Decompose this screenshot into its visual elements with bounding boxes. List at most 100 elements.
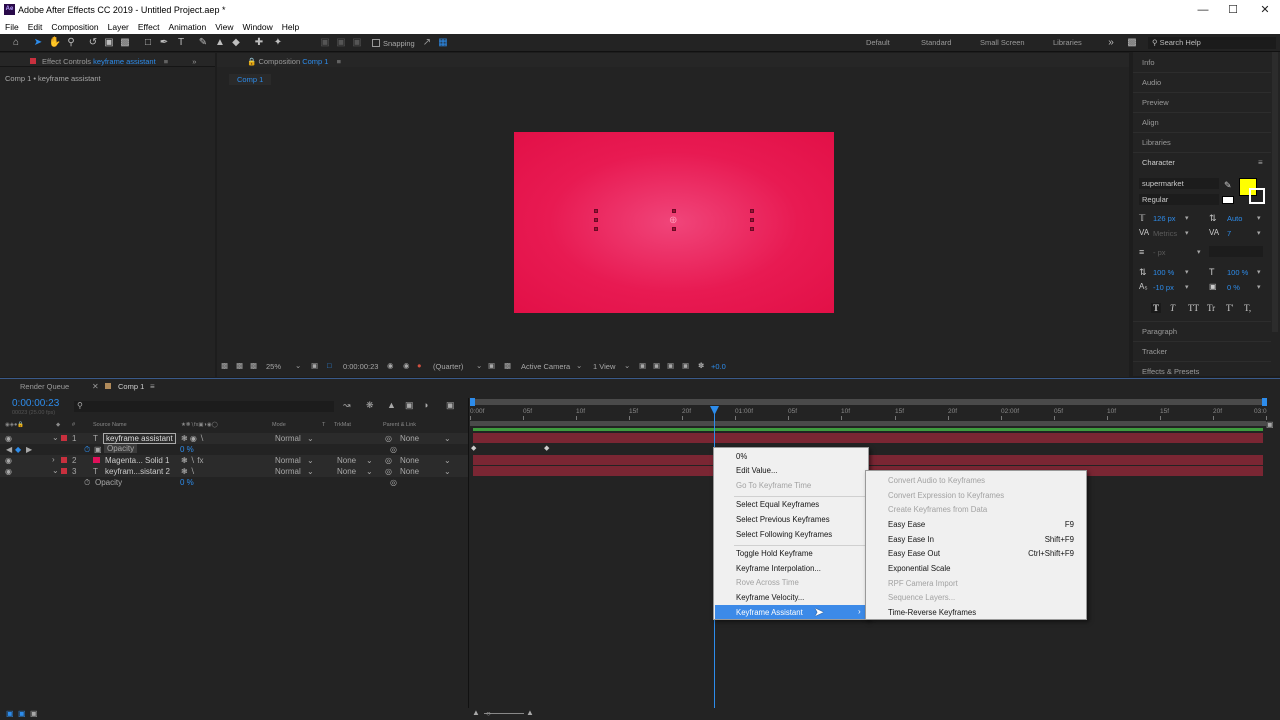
- views-select[interactable]: 1 View: [593, 362, 615, 371]
- rectangle-tool-icon[interactable]: □: [141, 36, 155, 50]
- video-visibility-icon[interactable]: ◉: [5, 434, 12, 443]
- views-dropdown-icon[interactable]: ⌄: [624, 361, 630, 370]
- current-time-display[interactable]: 0:00:00:23: [343, 362, 378, 371]
- type-tool-icon[interactable]: T: [174, 36, 188, 50]
- tsume-value[interactable]: 0 %: [1227, 283, 1240, 292]
- search-help-input[interactable]: ⚲ Search Help: [1148, 37, 1276, 49]
- submenu-item-time-reverse-keyframes[interactable]: Time-Reverse Keyframes: [888, 608, 976, 622]
- work-area-bar[interactable]: [470, 421, 1266, 426]
- anchor-point-icon[interactable]: ⊕: [669, 215, 677, 226]
- motion-blur-icon[interactable]: ◑: [423, 400, 428, 410]
- parent-dropdown-icon[interactable]: ⌄: [444, 456, 451, 465]
- selection-tool-icon[interactable]: ➤: [31, 36, 45, 50]
- leading-dropdown-icon[interactable]: ▾: [1257, 214, 1261, 222]
- text-handle-left-bottom[interactable]: [594, 227, 598, 231]
- text-handle-center[interactable]: [672, 209, 676, 213]
- info-panel[interactable]: Info: [1142, 58, 1155, 67]
- menu-item-keyframe-assistant[interactable]: Keyframe Assistant: [736, 608, 803, 622]
- axis-local-icon[interactable]: ▣: [318, 36, 332, 50]
- menu-edit[interactable]: Edit: [23, 20, 47, 32]
- time-navigator[interactable]: [470, 399, 1266, 405]
- comp-button-icon[interactable]: ▣: [1266, 420, 1274, 429]
- workspace-small-screen[interactable]: Small Screen: [980, 38, 1025, 47]
- snap-grid-icon[interactable]: ▦: [436, 36, 450, 50]
- layer-name[interactable]: keyfram...sistant 2: [105, 467, 170, 476]
- video-visibility-icon[interactable]: ◉: [5, 467, 12, 476]
- expand-panel-icon[interactable]: »: [192, 57, 196, 66]
- menu-view[interactable]: View: [210, 20, 237, 32]
- menu-effect[interactable]: Effect: [133, 20, 164, 32]
- trkmat-dropdown-icon[interactable]: ⌄: [366, 467, 373, 476]
- text-handle-left-lower[interactable]: [594, 218, 598, 222]
- vertical-scale-dropdown-icon[interactable]: ▾: [1185, 268, 1189, 276]
- timeline-timecode[interactable]: 0:00:00:23: [12, 398, 59, 409]
- menu-item-select-following-keyframes[interactable]: Select Following Keyframes: [736, 530, 832, 544]
- composition-tab[interactable]: 🔒 Composition Comp 1 ≡: [217, 53, 1129, 67]
- layer-switches-icon[interactable]: ❃ ∖: [181, 467, 195, 476]
- menu-layer[interactable]: Layer: [103, 20, 133, 32]
- trkmat-select[interactable]: None: [337, 456, 356, 465]
- opacity-value[interactable]: 0 %: [180, 445, 194, 454]
- font-size-value[interactable]: 126 px: [1153, 214, 1176, 223]
- graph-editor-icon[interactable]: ▣: [446, 400, 455, 411]
- submenu-item-exponential-scale[interactable]: Exponential Scale: [888, 564, 950, 578]
- subscript-button[interactable]: T,: [1244, 303, 1251, 313]
- timeline-icon[interactable]: ▣: [667, 361, 674, 370]
- snap-option-icon[interactable]: ↗: [420, 36, 434, 50]
- next-keyframe-icon[interactable]: ▶: [26, 445, 32, 454]
- twirl-right-icon[interactable]: ›: [52, 455, 55, 464]
- text-handle-right[interactable]: [750, 209, 754, 213]
- layer-label-color[interactable]: [61, 468, 67, 474]
- comp-breadcrumb[interactable]: Comp 1: [229, 74, 272, 85]
- layer-label-color[interactable]: [61, 457, 67, 463]
- parent-select[interactable]: None: [400, 456, 419, 465]
- color-channel-icon[interactable]: ●: [417, 361, 422, 370]
- home-icon[interactable]: ⌂: [9, 36, 23, 50]
- leading-value[interactable]: Auto: [1227, 214, 1242, 223]
- effects-presets-panel[interactable]: Effects & Presets: [1142, 367, 1199, 376]
- submenu-item-easy-ease[interactable]: Easy Ease: [888, 520, 925, 534]
- layer-switches-toggle-icon[interactable]: ▣: [6, 709, 14, 718]
- tracking-value[interactable]: 7: [1227, 229, 1231, 238]
- frame-blending-icon[interactable]: ▣: [405, 400, 414, 411]
- twirl-down-icon[interactable]: ⌄: [52, 466, 59, 475]
- axis-world-icon[interactable]: ▣: [334, 36, 348, 50]
- shy-icon[interactable]: ▲: [387, 400, 396, 410]
- layer-1-duration-bar[interactable]: [473, 433, 1263, 443]
- small-caps-button[interactable]: Tr: [1207, 303, 1215, 313]
- stroke-style-select[interactable]: [1209, 246, 1263, 257]
- prev-keyframe-icon[interactable]: ◀: [6, 445, 12, 454]
- baseline-shift-dropdown-icon[interactable]: ▾: [1185, 283, 1189, 291]
- zoom-out-icon[interactable]: ▲: [472, 708, 480, 717]
- blend-mode-select[interactable]: Normal: [275, 467, 301, 476]
- pan-behind-tool-icon[interactable]: ▩: [118, 36, 132, 50]
- text-handle-left[interactable]: [594, 209, 598, 213]
- faux-italic-button[interactable]: T: [1170, 303, 1175, 313]
- blend-mode-dropdown-icon[interactable]: ⌄: [307, 456, 314, 465]
- camera-select[interactable]: Active Camera: [521, 362, 570, 371]
- fast-previews-icon[interactable]: ▣: [653, 361, 660, 370]
- stroke-white-swatch[interactable]: [1222, 196, 1234, 204]
- navigator-end-handle[interactable]: [1262, 398, 1267, 406]
- baseline-shift-value[interactable]: -10 px: [1153, 283, 1174, 292]
- workspace-libraries[interactable]: Libraries: [1053, 38, 1082, 47]
- kerning-dropdown-icon[interactable]: ▾: [1185, 229, 1189, 237]
- opacity-value[interactable]: 0 %: [180, 478, 194, 487]
- blend-mode-select[interactable]: Normal: [275, 434, 301, 443]
- flowchart-icon[interactable]: ▣: [682, 361, 689, 370]
- layer-switches-icon[interactable]: ❃ ∖ fx: [181, 456, 203, 465]
- draft-3d-icon[interactable]: ❋: [366, 400, 374, 411]
- superscript-button[interactable]: T': [1226, 303, 1233, 313]
- mask-visibility-icon[interactable]: ▩: [250, 361, 257, 370]
- render-queue-tab[interactable]: Render Queue: [20, 382, 69, 391]
- character-menu-icon[interactable]: ≡: [1258, 158, 1263, 167]
- zoom-dropdown-icon[interactable]: ⌄: [295, 361, 301, 370]
- text-handle-right-bottom[interactable]: [750, 227, 754, 231]
- minimize-icon[interactable]: —: [1188, 2, 1218, 18]
- timeline-search-input[interactable]: ⚲: [74, 401, 334, 412]
- keyframe-icon[interactable]: ◆: [471, 444, 476, 452]
- always-preview-icon[interactable]: ▩: [221, 361, 228, 370]
- hand-tool-icon[interactable]: ✋: [48, 36, 62, 50]
- blend-mode-dropdown-icon[interactable]: ⌄: [307, 467, 314, 476]
- keyframe-icon[interactable]: ◆: [544, 444, 549, 452]
